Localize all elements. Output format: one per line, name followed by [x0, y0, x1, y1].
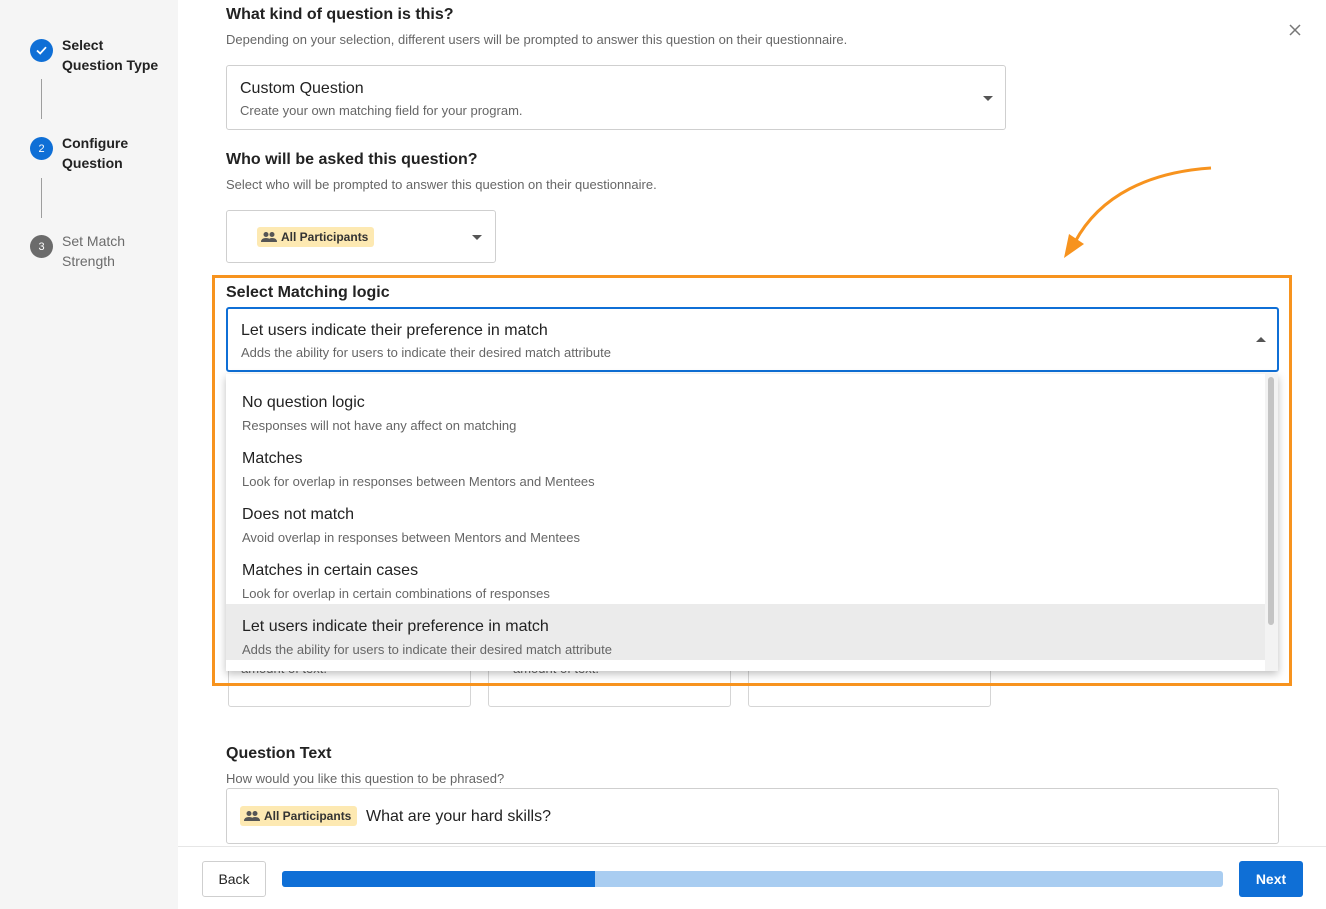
- step-number: 2: [30, 137, 53, 160]
- question-type-heading: What kind of question is this?: [226, 6, 454, 23]
- people-icon: [244, 811, 260, 821]
- step-number: 3: [30, 235, 53, 258]
- participants-chip: All Participants: [240, 806, 358, 826]
- chip-label: All Participants: [264, 809, 352, 823]
- audience-select[interactable]: All Participants: [226, 210, 496, 263]
- question-text-subtext: How would you like this question to be p…: [226, 771, 505, 786]
- progress-bar: [282, 871, 1223, 887]
- next-button[interactable]: Next: [1239, 861, 1303, 897]
- annotation-arrow-icon: [1064, 166, 1212, 258]
- chevron-down-icon: [472, 235, 482, 240]
- people-icon: [261, 232, 277, 242]
- question-text-heading: Question Text: [226, 745, 332, 762]
- chevron-down-icon: [983, 96, 993, 101]
- select-value: Custom Question: [240, 80, 364, 97]
- step-label: Set Match Strength: [62, 233, 126, 269]
- highlight-annotation-box: [212, 275, 1292, 686]
- audience-heading: Who will be asked this question?: [226, 151, 478, 168]
- step-set-match-strength[interactable]: 3 Set Match Strength: [30, 233, 162, 271]
- participants-chip: All Participants: [257, 227, 375, 247]
- chip-label: All Participants: [281, 230, 369, 244]
- select-description: Create your own matching field for your …: [240, 103, 523, 118]
- step-connector: [41, 79, 42, 119]
- back-button[interactable]: Back: [202, 861, 266, 897]
- step-connector: [41, 178, 42, 218]
- question-type-subtext: Depending on your selection, different u…: [226, 32, 848, 47]
- stepper-sidebar: Select Question Type 2 Configure Questio…: [0, 0, 178, 909]
- question-text-input[interactable]: All Participants What are your hard skil…: [226, 788, 1279, 844]
- progress-fill: [282, 871, 596, 887]
- step-select-question-type[interactable]: Select Question Type: [30, 37, 162, 75]
- step-configure-question[interactable]: 2 Configure Question: [30, 135, 162, 173]
- question-type-select[interactable]: Custom Question Create your own matching…: [226, 65, 1006, 130]
- step-label: Configure Question: [62, 135, 129, 171]
- step-label: Select Question Type: [62, 37, 159, 73]
- audience-subtext: Select who will be prompted to answer th…: [226, 177, 657, 192]
- close-icon[interactable]: [1286, 21, 1304, 39]
- question-text-value: What are your hard skills?: [366, 808, 551, 825]
- check-icon: [30, 39, 53, 62]
